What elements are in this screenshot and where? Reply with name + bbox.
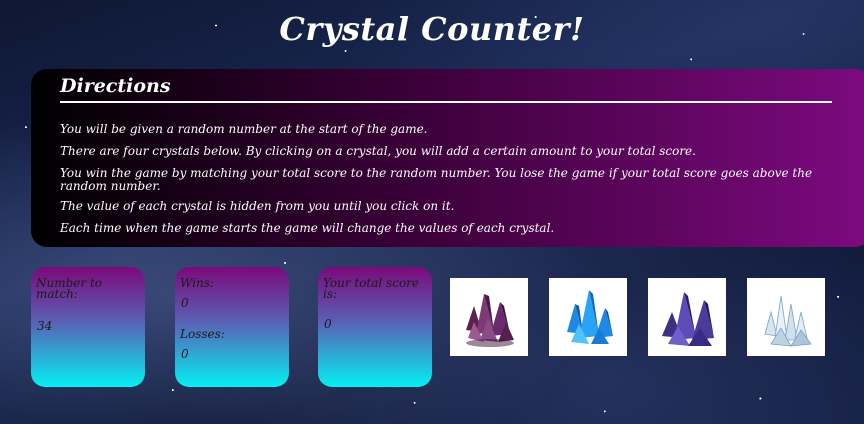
direction-line: The value of each crystal is hidden from… <box>60 199 455 213</box>
direction-line: You win the game by matching your total … <box>60 166 813 193</box>
crystal-button-3[interactable] <box>648 278 726 356</box>
directions-panel: Directions You will be given a random nu… <box>31 69 864 247</box>
crystal-button-2[interactable] <box>549 278 627 356</box>
crystal-button-1[interactable] <box>450 278 528 356</box>
directions-list: You will be given a random number at the… <box>60 123 840 244</box>
violet-crystal-icon <box>662 292 714 346</box>
direction-line: You will be given a random number at the… <box>60 122 428 136</box>
target-number-label: Number to match: <box>36 276 102 301</box>
crystal-button-4[interactable] <box>747 278 825 356</box>
target-number-value: 34 <box>37 319 53 333</box>
blue-crystal-icon <box>567 290 613 344</box>
direction-line: There are four crystals below. By clicki… <box>60 144 696 158</box>
wins-value: 0 <box>181 296 189 310</box>
directions-heading: Directions <box>60 75 832 103</box>
total-score-box: Your total score is: 0 <box>318 267 432 387</box>
page-title: Crystal Counter! <box>279 10 585 48</box>
wins-losses-box: Wins: 0 Losses: 0 <box>175 267 289 387</box>
losses-label: Losses: <box>180 327 225 341</box>
clear-crystal-icon <box>764 295 812 347</box>
wins-label: Wins: <box>180 276 214 290</box>
target-number-box: Number to match: 34 <box>31 267 145 387</box>
total-score-value: 0 <box>324 317 332 331</box>
purple-crystal-icon <box>466 294 514 347</box>
direction-line: Each time when the game starts the game … <box>60 221 555 235</box>
losses-value: 0 <box>181 347 189 361</box>
total-score-label: Your total score is: <box>323 276 419 301</box>
